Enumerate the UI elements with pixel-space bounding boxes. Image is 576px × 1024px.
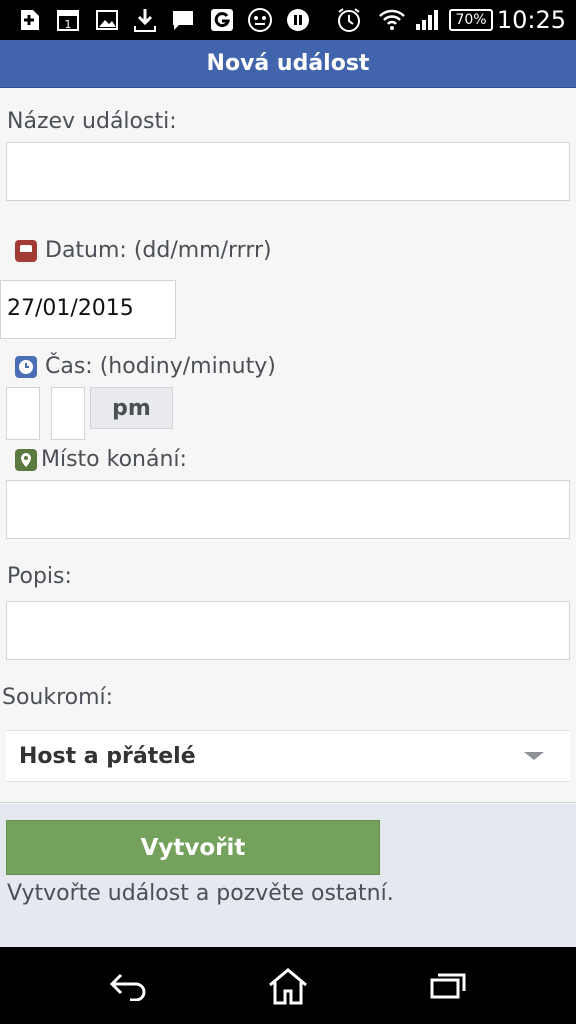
privacy-label: Soukromí: xyxy=(2,685,114,710)
image-icon xyxy=(94,7,120,33)
date-label: Datum: (dd/mm/rrrr) xyxy=(15,238,272,263)
battery-level: 70% xyxy=(455,12,487,28)
event-name-label: Název události: xyxy=(7,109,177,134)
divider xyxy=(0,802,576,803)
date-input[interactable]: 27/01/2015 xyxy=(0,280,176,339)
add-icon xyxy=(16,7,42,33)
status-bar: 1 70% 10:25 xyxy=(0,0,576,40)
map-pin-icon xyxy=(15,448,37,471)
g-icon xyxy=(209,7,235,33)
media-icon xyxy=(285,7,311,33)
event-form: Název události: Datum: (dd/mm/rrrr) 27/0… xyxy=(0,88,576,803)
privacy-selected-value: Host a přátelé xyxy=(19,743,196,769)
battery-icon: 70% xyxy=(449,9,493,31)
back-icon[interactable] xyxy=(98,965,158,1007)
ampm-toggle[interactable]: pm xyxy=(90,387,173,429)
recent-apps-icon[interactable] xyxy=(418,965,478,1007)
chevron-down-icon xyxy=(524,752,544,760)
robot-icon xyxy=(247,7,273,33)
clock-icon xyxy=(15,355,37,378)
signal-icon xyxy=(414,7,440,33)
location-input[interactable] xyxy=(6,480,570,539)
svg-text:1: 1 xyxy=(65,18,72,31)
description-input[interactable] xyxy=(6,601,570,660)
create-button[interactable]: Vytvořit xyxy=(6,820,380,875)
calendar-icon: 1 xyxy=(55,7,81,33)
create-hint: Vytvořte událost a pozvěte ostatní. xyxy=(7,881,394,906)
calendar-icon xyxy=(15,239,37,262)
time-label: Čas: (hodiny/minuty) xyxy=(15,354,276,379)
navigation-bar xyxy=(0,947,576,1024)
alarm-icon xyxy=(336,7,362,33)
home-icon[interactable] xyxy=(258,965,318,1007)
privacy-select[interactable]: Host a přátelé xyxy=(6,730,570,782)
app-header: Nová událost xyxy=(0,40,576,88)
page-title: Nová událost xyxy=(206,51,370,76)
chat-icon xyxy=(170,7,196,33)
event-name-input[interactable] xyxy=(6,142,570,201)
description-label: Popis: xyxy=(7,564,72,589)
location-label: Místo konání: xyxy=(15,447,187,472)
wifi-icon xyxy=(378,7,406,33)
hours-input[interactable] xyxy=(6,387,40,440)
download-icon xyxy=(132,7,158,33)
minutes-input[interactable] xyxy=(51,387,85,440)
clock: 10:25 xyxy=(496,6,566,34)
actions-panel: Vytvořit Vytvořte událost a pozvěte osta… xyxy=(0,804,576,947)
